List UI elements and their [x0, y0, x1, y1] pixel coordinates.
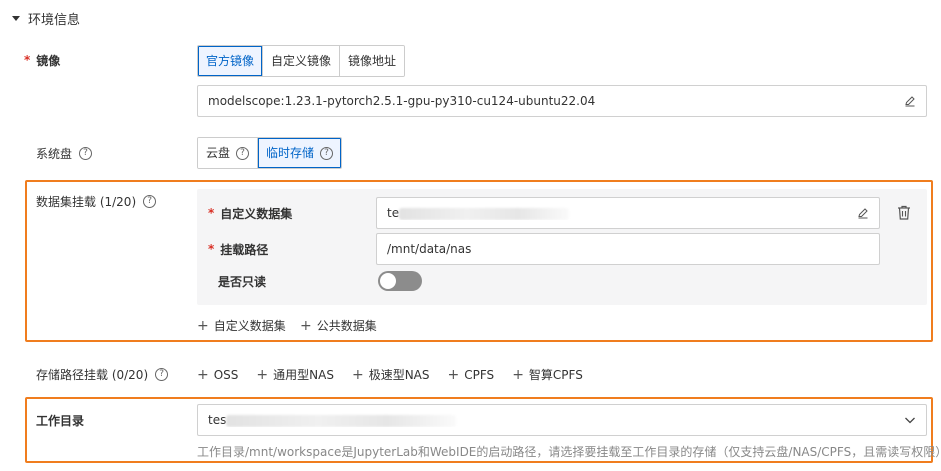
plus-icon: +: [300, 317, 312, 334]
dataset-mount-label-text: 数据集挂载 (1/20): [36, 194, 137, 209]
help-icon[interactable]: ?: [236, 146, 250, 160]
edit-icon[interactable]: [857, 207, 869, 219]
image-select[interactable]: modelscope:1.23.1-pytorch2.5.1-gpu-py310…: [197, 85, 927, 117]
plus-icon: +: [351, 366, 364, 383]
dataset-mount-label: 数据集挂载 (1/20) ?: [36, 193, 157, 209]
add-extreme-nas-button[interactable]: + 极速型NAS: [352, 366, 430, 383]
add-ai-cpfs-label: 智算CPFS: [528, 368, 583, 382]
required-mark: *: [208, 206, 215, 220]
workdir-value: tes: [208, 413, 904, 427]
readonly-label: 是否只读: [218, 273, 266, 289]
storage-mount-label-text: 存储路径挂载 (0/20): [36, 367, 149, 382]
help-icon[interactable]: ?: [143, 194, 157, 208]
caret-down-icon[interactable]: [12, 15, 20, 21]
add-extreme-nas-label: 极速型NAS: [368, 368, 430, 382]
mount-path-input[interactable]: /mnt/data/nas: [376, 233, 880, 265]
readonly-label-text: 是否只读: [218, 274, 267, 289]
redacted-blur: [226, 414, 457, 427]
plus-icon: +: [197, 317, 209, 334]
image-option-address[interactable]: 镜像地址: [340, 46, 405, 76]
custom-dataset-label-text: 自定义数据集: [220, 206, 293, 221]
disk-option-temp[interactable]: 临时存储 ?: [258, 138, 342, 168]
disk-option-cloud-label: 云盘: [206, 146, 231, 160]
image-label: * 镜像: [24, 52, 60, 68]
disk-label-text: 系统盘: [36, 146, 73, 161]
help-icon[interactable]: ?: [320, 146, 334, 160]
workdir-select[interactable]: tes: [197, 404, 927, 436]
add-cpfs-label: CPFS: [464, 367, 495, 382]
custom-dataset-value: te: [387, 206, 857, 220]
add-custom-dataset-label: 自定义数据集: [213, 319, 286, 333]
image-value: modelscope:1.23.1-pytorch2.5.1-gpu-py310…: [208, 94, 596, 108]
add-cpfs-button[interactable]: + CPFS: [448, 366, 495, 383]
plus-icon: +: [256, 366, 269, 383]
redacted-blur: [399, 207, 570, 220]
image-option-custom[interactable]: 自定义镜像: [263, 46, 341, 76]
plus-icon: +: [512, 366, 524, 383]
mount-path-label: * 挂载路径: [208, 241, 268, 257]
workdir-label: 工作目录: [36, 412, 84, 428]
disk-option-cloud[interactable]: 云盘 ?: [198, 138, 259, 168]
disk-label: 系统盘 ?: [36, 145, 93, 161]
disk-type-segmented[interactable]: 云盘 ? 临时存储 ?: [197, 137, 343, 169]
custom-dataset-label: * 自定义数据集: [208, 205, 292, 221]
workdir-hint: 工作目录/mnt/workspace是JupyterLab和WebIDE的启动路…: [197, 445, 941, 459]
edit-icon[interactable]: [904, 95, 916, 107]
add-public-dataset-label: 公共数据集: [316, 319, 377, 333]
image-label-text: 镜像: [36, 53, 61, 68]
add-oss-label: OSS: [213, 367, 239, 382]
mount-path-value: /mnt/data/nas: [387, 242, 472, 256]
help-icon[interactable]: ?: [79, 146, 93, 160]
readonly-toggle[interactable]: [378, 271, 422, 291]
add-general-nas-label: 通用型NAS: [273, 368, 334, 382]
trash-icon[interactable]: [897, 205, 911, 220]
add-oss-button[interactable]: + OSS: [197, 366, 238, 383]
add-ai-cpfs-button[interactable]: + 智算CPFS: [512, 366, 583, 383]
add-custom-dataset-button[interactable]: + 自定义数据集: [197, 317, 286, 334]
workdir-label-text: 工作目录: [36, 413, 85, 428]
add-general-nas-button[interactable]: + 通用型NAS: [256, 366, 334, 383]
custom-dataset-input[interactable]: te: [376, 197, 880, 229]
help-icon[interactable]: ?: [155, 367, 169, 381]
storage-mount-label: 存储路径挂载 (0/20) ?: [36, 366, 169, 382]
chevron-down-icon[interactable]: [904, 414, 916, 426]
add-public-dataset-button[interactable]: + 公共数据集: [300, 317, 377, 334]
required-mark: *: [208, 242, 215, 256]
plus-icon: +: [197, 366, 209, 383]
section-header[interactable]: 环境信息: [12, 8, 80, 28]
plus-icon: +: [447, 366, 460, 383]
disk-option-temp-label: 临时存储: [266, 146, 315, 160]
section-title: 环境信息: [28, 12, 81, 28]
toggle-knob: [380, 273, 396, 289]
required-mark: *: [24, 53, 31, 67]
image-type-segmented[interactable]: 官方镜像 自定义镜像 镜像地址: [197, 45, 406, 77]
image-option-official[interactable]: 官方镜像: [198, 46, 264, 76]
mount-path-label-text: 挂载路径: [220, 242, 269, 257]
storage-mount-options: + OSS + 通用型NAS + 极速型NAS + CPFS + 智算CPFS: [197, 366, 583, 383]
